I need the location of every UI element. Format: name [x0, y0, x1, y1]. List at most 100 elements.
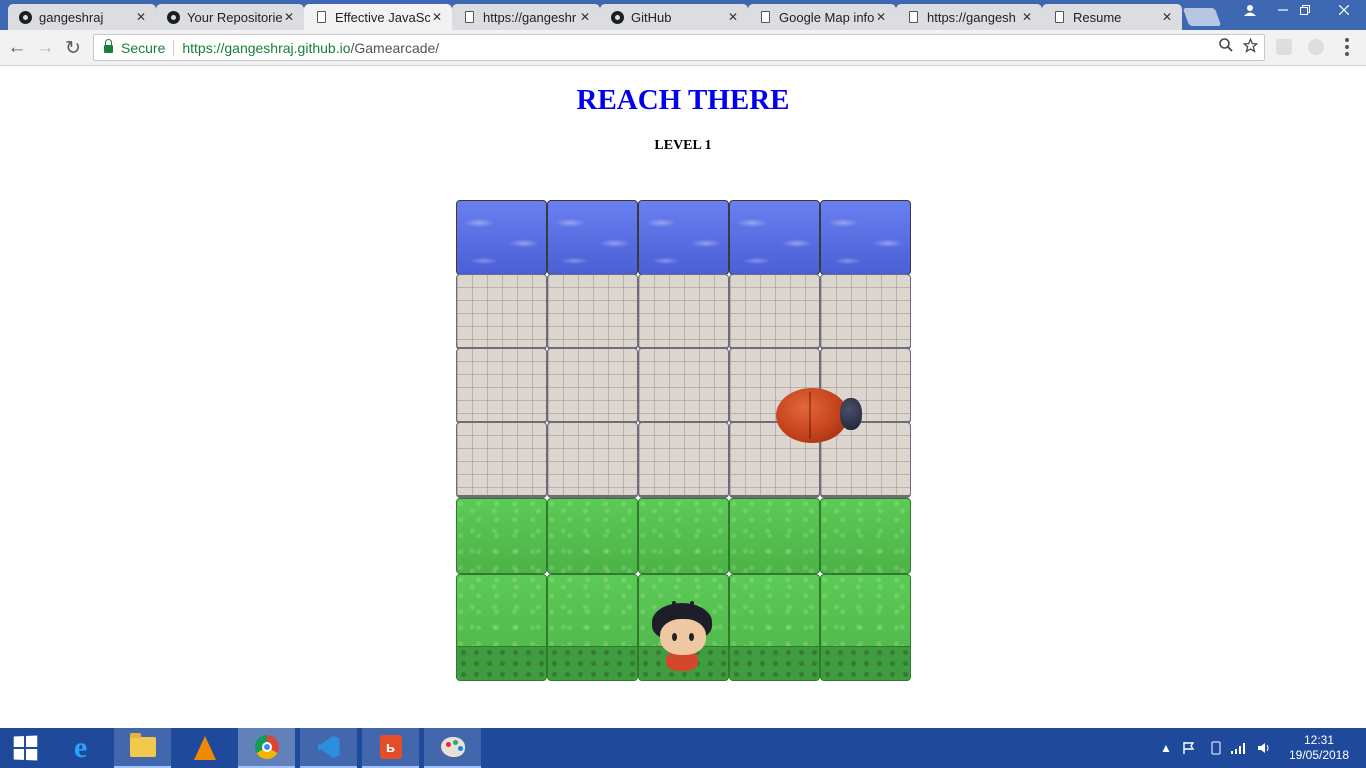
close-window-icon[interactable] — [1322, 0, 1366, 20]
action-center-flag-icon[interactable] — [1182, 728, 1196, 768]
tab-title: Resume — [1073, 9, 1122, 25]
windows-logo-icon — [13, 735, 38, 761]
vlc-icon[interactable] — [176, 728, 233, 768]
tab-effective-javascript[interactable]: Effective JavaScr ✕ — [304, 4, 452, 30]
stone-tile — [638, 274, 729, 350]
github-icon — [18, 10, 32, 24]
player-face — [660, 619, 706, 655]
stone-tile — [547, 348, 638, 424]
water-tile — [729, 200, 820, 275]
back-arrow-icon[interactable]: ← — [6, 37, 28, 59]
vscode-icon[interactable] — [300, 728, 357, 768]
close-icon[interactable]: ✕ — [134, 10, 148, 24]
tray-overflow-icon[interactable]: ▲ — [1160, 728, 1172, 768]
stone-tile — [456, 422, 547, 498]
extension-icon[interactable] — [1308, 39, 1324, 55]
close-icon[interactable]: ✕ — [578, 10, 592, 24]
internet-explorer-icon[interactable]: e — [52, 728, 109, 768]
url-path: /Gamearcade/ — [350, 39, 440, 56]
chrome-icon[interactable] — [238, 728, 295, 768]
close-icon[interactable]: ✕ — [430, 10, 444, 24]
extension-icon[interactable] — [1276, 39, 1292, 55]
tab-google-map-info[interactable]: Google Map info ✕ — [748, 4, 896, 30]
restore-icon[interactable] — [1290, 0, 1320, 20]
water-tile — [638, 200, 729, 275]
tab-title: Google Map info — [779, 9, 874, 25]
tab-title: https://gangesh — [927, 9, 1016, 25]
level-label: LEVEL 1 — [654, 138, 712, 153]
volume-icon[interactable] — [1257, 728, 1271, 768]
clock-time: 12:31 — [1303, 733, 1335, 747]
stone-tile — [638, 348, 729, 424]
close-icon[interactable]: ✕ — [726, 10, 740, 24]
tab-title: GitHub — [631, 9, 672, 25]
document-icon — [1052, 10, 1066, 24]
grass-tile — [729, 574, 820, 681]
close-icon[interactable]: ✕ — [1160, 10, 1174, 24]
water-tile — [547, 200, 638, 275]
stone-tile — [456, 274, 547, 350]
document-icon — [314, 10, 328, 24]
document-icon — [758, 10, 772, 24]
url-host: https://gangeshraj.github.io — [182, 39, 351, 56]
close-icon[interactable]: ✕ — [282, 10, 296, 24]
address-bar[interactable]: Secure https://gangeshraj.github.io/Game… — [93, 34, 1265, 61]
close-icon[interactable]: ✕ — [1020, 10, 1034, 24]
grass-tile — [547, 498, 638, 574]
document-icon — [462, 10, 476, 24]
tab-title: gangeshraj — [39, 9, 104, 25]
stone-tile — [547, 422, 638, 498]
tab-gangesh-url[interactable]: https://gangesh ✕ — [896, 4, 1042, 30]
tab-resume[interactable]: Resume ✕ — [1042, 4, 1182, 30]
paint-icon[interactable] — [424, 728, 481, 768]
tab-gangeshraj-url[interactable]: https://gangeshr ✕ — [452, 4, 600, 30]
github-icon — [610, 10, 624, 24]
browser-tab-strip: gangeshraj ✕ Your Repositorie ✕ Effectiv… — [0, 0, 1366, 30]
water-tile — [456, 200, 547, 275]
file-explorer-icon[interactable] — [114, 728, 171, 768]
grass-tile — [456, 498, 547, 574]
secure-label: Secure — [121, 39, 166, 56]
forward-arrow-icon[interactable]: → — [34, 37, 56, 59]
new-tab-button[interactable] — [1182, 8, 1222, 26]
player-hair-tuft — [672, 601, 676, 607]
tab-title: Effective JavaScr — [335, 9, 430, 25]
player-eye — [689, 633, 694, 641]
stone-tile — [456, 348, 547, 424]
grass-tile — [456, 574, 547, 681]
system-clock[interactable]: 12:31 19/05/2018 — [1280, 733, 1358, 763]
stone-tile — [638, 422, 729, 498]
start-button[interactable] — [0, 728, 50, 768]
document-icon — [906, 10, 920, 24]
tab-gangeshraj[interactable]: gangeshraj ✕ — [8, 4, 156, 30]
windows-taskbar: e ь ▲ 12:31 19/05/2018 — [0, 728, 1366, 768]
signal-icon[interactable] — [1231, 728, 1247, 768]
reload-icon[interactable]: ↻ — [62, 37, 84, 59]
grass-tile — [820, 498, 911, 574]
stone-tile — [547, 274, 638, 350]
acrobat-icon[interactable]: ь — [362, 728, 419, 768]
player-hair-tuft — [690, 601, 694, 607]
player-character — [650, 601, 714, 673]
enemy-bug — [776, 386, 864, 446]
phone-icon[interactable] — [1211, 728, 1221, 768]
bug-head — [840, 398, 862, 430]
grass-tile — [547, 574, 638, 681]
lock-icon — [104, 39, 113, 53]
tab-your-repositories[interactable]: Your Repositorie ✕ — [156, 4, 304, 30]
tab-github[interactable]: GitHub ✕ — [600, 4, 748, 30]
stone-tile — [729, 274, 820, 350]
tab-title: https://gangeshr — [483, 9, 577, 25]
user-profile-icon[interactable] — [1238, 0, 1262, 20]
page-title: REACH THERE — [576, 84, 790, 116]
grass-tile — [638, 498, 729, 574]
bookmark-star-icon[interactable] — [1242, 37, 1259, 56]
close-icon[interactable]: ✕ — [874, 10, 888, 24]
github-icon — [166, 10, 180, 24]
menu-icon[interactable] — [1344, 38, 1350, 56]
zoom-icon[interactable] — [1219, 38, 1233, 56]
clock-date: 19/05/2018 — [1288, 748, 1350, 762]
bug-body — [776, 388, 848, 443]
address-separator — [173, 39, 175, 56]
player-eye — [672, 633, 677, 641]
